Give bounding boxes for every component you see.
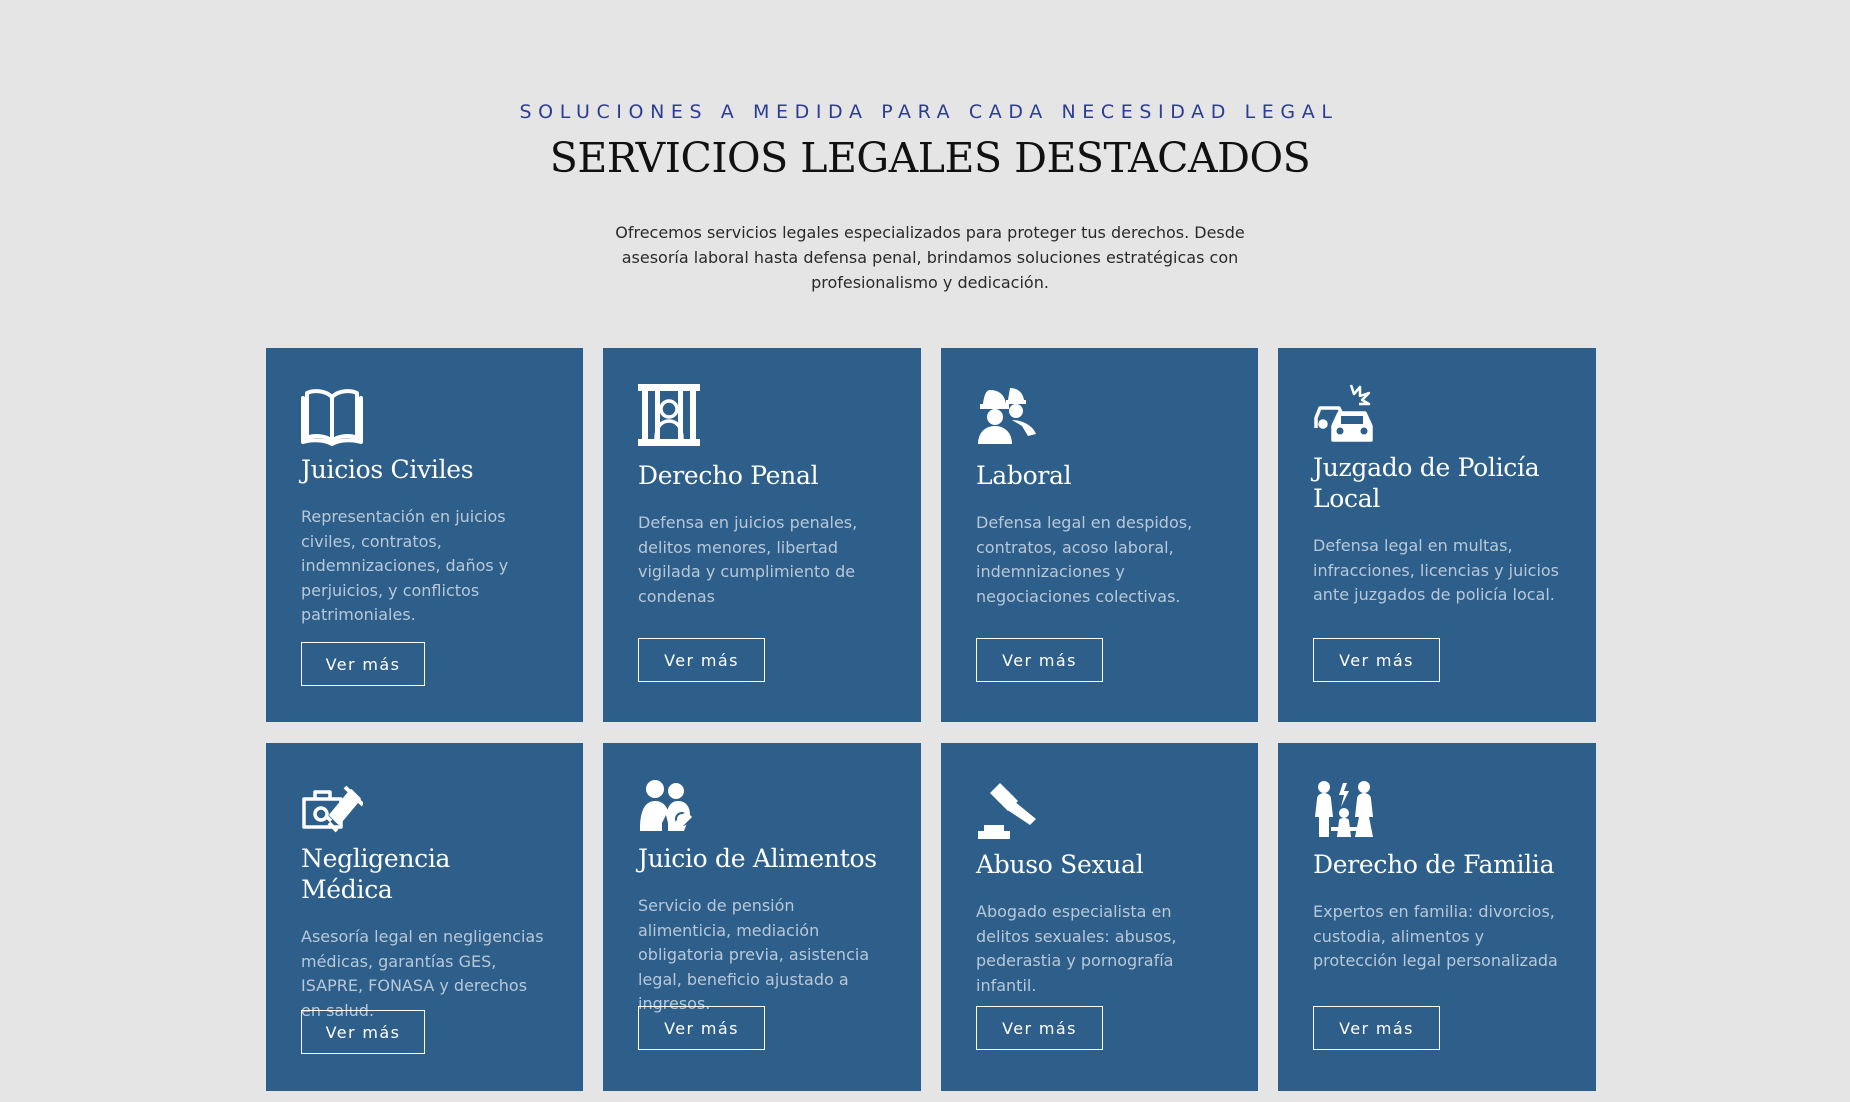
card-title: Derecho Penal bbox=[638, 461, 819, 490]
card-title: Negligencia Médica bbox=[301, 844, 451, 904]
card-description: Servicio de pensión alimenticia, mediaci… bbox=[638, 896, 870, 1014]
gavel-icon bbox=[976, 779, 1038, 841]
family-dispute-icon bbox=[1313, 779, 1375, 841]
ver-mas-button[interactable]: Ver más bbox=[638, 638, 765, 682]
medical-case-gavel-icon bbox=[301, 779, 363, 841]
card-description: Defensa legal en despidos, contratos, ac… bbox=[976, 513, 1193, 606]
card-description: Expertos en familia: divorcios, custodia… bbox=[1313, 902, 1558, 971]
service-card-juicio-alimentos: Juicio de Alimentos Servicio de pensión … bbox=[603, 743, 921, 1091]
service-card-derecho-penal: Derecho Penal Defensa en juicios penales… bbox=[603, 348, 921, 722]
ver-mas-button[interactable]: Ver más bbox=[301, 642, 425, 686]
ver-mas-button[interactable]: Ver más bbox=[638, 1006, 765, 1050]
ver-mas-button[interactable]: Ver más bbox=[1313, 638, 1440, 682]
service-card-juzgado-policia-local: Juzgado de Policía Local Defensa legal e… bbox=[1278, 348, 1596, 722]
service-card-juicios-civiles: Juicios Civiles Representación en juicio… bbox=[266, 348, 583, 722]
card-description: Abogado especialista en delitos sexuales… bbox=[976, 902, 1177, 995]
ver-mas-button[interactable]: Ver más bbox=[976, 638, 1103, 682]
prisoner-behind-bars-icon bbox=[638, 384, 700, 446]
card-description: Asesoría legal en negligencias médicas, … bbox=[301, 927, 544, 1020]
card-title: Juzgado de Policía Local bbox=[1313, 453, 1540, 513]
card-title: Derecho de Familia bbox=[1313, 850, 1555, 879]
service-card-negligencia-medica: Negligencia Médica Asesoría legal en neg… bbox=[266, 743, 583, 1091]
card-description: Defensa en juicios penales, delitos meno… bbox=[638, 513, 858, 606]
card-title: Abuso Sexual bbox=[976, 850, 1144, 879]
parent-child-icon bbox=[638, 779, 700, 841]
open-book-icon bbox=[301, 384, 363, 446]
card-title: Juicios Civiles bbox=[301, 455, 474, 484]
section-eyebrow: SOLUCIONES A MEDIDA PARA CADA NECESIDAD … bbox=[519, 101, 1339, 123]
service-card-abuso-sexual: Abuso Sexual Abogado especialista en del… bbox=[941, 743, 1258, 1091]
ver-mas-button[interactable]: Ver más bbox=[301, 1010, 425, 1054]
card-description: Representación en juicios civiles, contr… bbox=[301, 507, 509, 625]
card-title: Laboral bbox=[976, 461, 1072, 490]
ver-mas-button[interactable]: Ver más bbox=[1313, 1006, 1440, 1050]
card-description: Defensa legal en multas, infracciones, l… bbox=[1313, 536, 1560, 605]
section-title: SERVICIOS LEGALES DESTACADOS bbox=[549, 134, 1311, 182]
section-intro: Ofrecemos servicios legales especializad… bbox=[615, 223, 1245, 292]
construction-workers-icon bbox=[976, 384, 1038, 446]
service-card-derecho-familia: Derecho de Familia Expertos en familia: … bbox=[1278, 743, 1596, 1091]
service-card-laboral: Laboral Defensa legal en despidos, contr… bbox=[941, 348, 1258, 722]
car-collision-icon bbox=[1313, 384, 1375, 446]
card-title: Juicio de Alimentos bbox=[638, 844, 877, 873]
ver-mas-button[interactable]: Ver más bbox=[976, 1006, 1103, 1050]
